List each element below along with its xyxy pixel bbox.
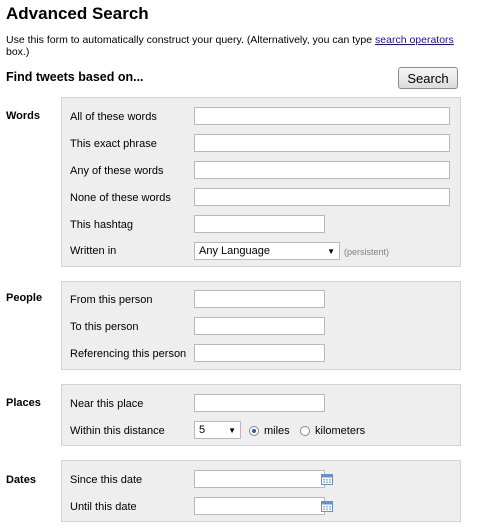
- all-words-input[interactable]: [194, 107, 450, 125]
- search-operators-link[interactable]: search operators: [375, 34, 454, 46]
- until-date-label: Until this date: [70, 501, 137, 513]
- kilometers-radio[interactable]: [300, 426, 310, 436]
- to-person-input[interactable]: [194, 317, 325, 335]
- distance-label: Within this distance: [70, 425, 165, 437]
- find-tweets-heading: Find tweets based on...: [6, 70, 144, 84]
- distance-select[interactable]: 5 ▼: [194, 421, 241, 439]
- all-words-label: All of these words: [70, 111, 157, 123]
- distance-select-value: 5: [199, 424, 206, 436]
- section-label-words: Words: [6, 110, 41, 122]
- calendar-icon[interactable]: [321, 501, 333, 512]
- chevron-down-icon: ▼: [327, 247, 335, 256]
- section-label-places: Places: [6, 397, 41, 409]
- persistent-note: (persistent): [344, 247, 390, 257]
- exact-phrase-label: This exact phrase: [70, 138, 157, 150]
- hashtag-input[interactable]: [194, 215, 325, 233]
- hashtag-label: This hashtag: [70, 219, 133, 231]
- from-person-input[interactable]: [194, 290, 325, 308]
- section-label-dates: Dates: [6, 474, 36, 486]
- referencing-person-label: Referencing this person: [70, 348, 187, 360]
- none-words-label: None of these words: [70, 192, 171, 204]
- none-words-input[interactable]: [194, 188, 450, 206]
- chevron-down-icon: ▼: [228, 426, 236, 435]
- search-button[interactable]: Search: [398, 67, 458, 89]
- since-date-label: Since this date: [70, 474, 143, 486]
- intro-text-end: box.): [6, 46, 30, 58]
- any-words-input[interactable]: [194, 161, 450, 179]
- near-place-input[interactable]: [194, 394, 325, 412]
- language-select[interactable]: Any Language ▼: [194, 242, 340, 260]
- miles-radio[interactable]: [249, 426, 259, 436]
- referencing-person-input[interactable]: [194, 344, 325, 362]
- from-person-label: From this person: [70, 294, 153, 306]
- since-date-input[interactable]: [194, 470, 325, 488]
- section-label-people: People: [6, 292, 43, 304]
- intro-text: Use this form to automatically construct…: [6, 34, 476, 58]
- page-title: Advanced Search: [6, 4, 149, 23]
- calendar-icon[interactable]: [321, 474, 333, 485]
- intro-text-start: Use this form to automatically construct…: [6, 34, 376, 46]
- language-select-value: Any Language: [199, 245, 270, 257]
- near-place-label: Near this place: [70, 398, 144, 410]
- any-words-label: Any of these words: [70, 165, 164, 177]
- miles-label: miles: [264, 425, 290, 437]
- kilometers-label: kilometers: [315, 425, 366, 437]
- exact-phrase-input[interactable]: [194, 134, 450, 152]
- until-date-input[interactable]: [194, 497, 325, 515]
- to-person-label: To this person: [70, 321, 139, 333]
- language-label: Written in: [70, 245, 117, 257]
